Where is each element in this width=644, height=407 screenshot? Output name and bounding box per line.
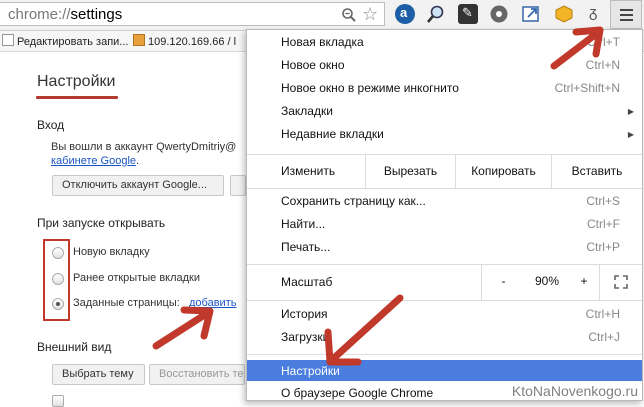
menu-shortcut: Ctrl+J	[588, 330, 620, 344]
bookmark-item[interactable]: 109.120.169.66 / l	[133, 34, 236, 48]
disconnect-account-button[interactable]: Отключить аккаунт Google...	[52, 175, 224, 196]
restore-theme-button[interactable]: Восстановить те	[149, 364, 245, 385]
url-text: chrome://settings	[8, 6, 122, 23]
bookmark-item[interactable]: Редактировать запи...	[2, 34, 128, 48]
copy-button[interactable]: Копировать	[455, 155, 551, 188]
cut-button[interactable]: Вырезать	[365, 155, 455, 188]
a-circle-icon[interactable]: a	[395, 4, 415, 24]
highlighted-row[interactable]: Настройки	[247, 360, 642, 381]
zoom-row: Масштаб - 90% +	[247, 264, 642, 301]
url-path: settings	[70, 6, 123, 23]
bookmark-label: Редактировать запи...	[17, 36, 129, 48]
menu-item-print[interactable]: Печать...	[281, 240, 330, 254]
annotation-arrow	[550, 26, 604, 70]
menu-item-bookmarks[interactable]: Закладки	[281, 104, 333, 118]
menu-separator	[247, 354, 642, 355]
fullscreen-icon	[614, 275, 628, 289]
menu-item-new-tab[interactable]: Новая вкладка	[281, 35, 364, 49]
zoom-out-button[interactable]: -	[481, 265, 525, 300]
edit-row: Изменить Вырезать Копировать Вставить	[247, 154, 642, 189]
choose-theme-button[interactable]: Выбрать тему	[52, 364, 145, 385]
pen-icon[interactable]: ᵹ	[586, 4, 606, 24]
bookmark-star-icon[interactable]: ☆	[362, 5, 378, 23]
fullscreen-button[interactable]	[599, 265, 642, 300]
menu-item-incognito[interactable]: Новое окно в режиме инкогнито	[281, 81, 459, 95]
zoom-value: 90%	[534, 274, 560, 288]
page-icon	[2, 34, 14, 46]
watermark: KtoNaNovenkogo.ru	[511, 383, 638, 399]
menu-item-new-window[interactable]: Новое окно	[281, 58, 345, 72]
annotation-box	[43, 239, 70, 321]
submenu-arrow-icon: ▶	[627, 107, 634, 116]
signin-link-suffix: .	[136, 155, 140, 167]
zoom-label: Масштаб	[281, 275, 333, 289]
menu-bar-line	[620, 9, 633, 11]
address-bar[interactable]: chrome://settings ☆	[0, 2, 385, 26]
puzzle-icon[interactable]: ✎	[458, 4, 478, 24]
menu-shortcut: Ctrl+S	[586, 194, 620, 208]
menu-bar-line	[620, 14, 633, 16]
paste-button[interactable]: Вставить	[551, 155, 642, 188]
menu-item-find[interactable]: Найти...	[281, 217, 325, 231]
box-icon[interactable]	[554, 4, 574, 24]
search-icon[interactable]	[426, 4, 446, 24]
zoom-in-button[interactable]: +	[569, 265, 599, 300]
startup-option-label: Ранее открытые вкладки	[73, 272, 201, 284]
submenu-arrow-icon: ▶	[627, 130, 634, 139]
drive-icon[interactable]	[489, 4, 509, 24]
url-scheme: chrome://	[8, 6, 71, 23]
menu-item-save-page[interactable]: Сохранить страницу как...	[281, 194, 426, 208]
menu-item-about[interactable]: О браузере Google Chrome	[281, 386, 433, 400]
pma-icon	[133, 34, 145, 46]
google-account-link[interactable]: кабинете Google	[51, 155, 136, 167]
menu-shortcut: Ctrl+P	[586, 240, 620, 254]
menu-shortcut: Ctrl+H	[585, 307, 620, 321]
chrome-menu: Новая вкладка Ctrl+T Новое окно Ctrl+N Н…	[246, 29, 643, 401]
page-zoom-icon[interactable]	[341, 7, 357, 23]
signin-heading: Вход	[37, 118, 65, 132]
menu-shortcut: Ctrl+Shift+N	[554, 81, 620, 95]
appearance-heading: Внешний вид	[37, 340, 112, 354]
page-title: Настройки	[37, 73, 116, 90]
export-icon[interactable]	[521, 4, 541, 24]
signin-text: Вы вошли в аккаунт QwertyDmitriy@	[51, 141, 237, 153]
annotation-underline	[36, 96, 118, 99]
annotation-arrow	[324, 294, 404, 366]
annotation-arrow	[152, 306, 214, 350]
menu-shortcut: Ctrl+F	[587, 217, 620, 231]
bookmark-label: 109.120.169.66 / l	[148, 36, 237, 48]
edit-label: Изменить	[281, 164, 336, 178]
menu-bar-line	[620, 19, 633, 21]
menu-item-recent-tabs[interactable]: Недавние вкладки	[281, 127, 384, 141]
advanced-sync-button[interactable]	[230, 175, 246, 196]
chrome-menu-button[interactable]	[610, 0, 642, 29]
signin-link-line: кабинете Google.	[51, 155, 139, 167]
startup-option-label: Новую вкладку	[73, 246, 150, 258]
startup-heading: При запуске открывать	[37, 216, 166, 230]
checkbox[interactable]	[52, 395, 64, 407]
